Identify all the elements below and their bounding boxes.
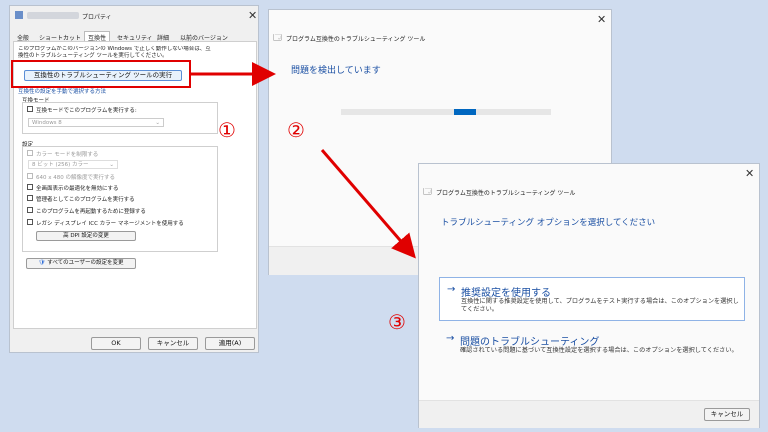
reduced-color-label: カラー モードを制限する bbox=[36, 152, 99, 158]
shield-icon: 🛡 bbox=[38, 260, 46, 266]
intro-text: このプログラムがこのバージョンの Windows で正しく動作しない場合は、互換… bbox=[18, 46, 211, 59]
disable-fullscreen-label: 全画面表示の最適化を無効にする bbox=[36, 186, 119, 192]
compat-mode-checkbox[interactable] bbox=[27, 106, 33, 112]
detect-heading: 問題を検出しています bbox=[291, 66, 381, 76]
recommended-desc: 互換性に関する推奨設定を使用して、プログラムをテスト実行する場合は、このオプショ… bbox=[461, 298, 739, 313]
compat-mode-label: 互換モードでこのプログラムを実行する: bbox=[36, 108, 137, 114]
recommended-title: 推奨設定を使用する bbox=[461, 288, 551, 299]
options-cancel-button[interactable]: キャンセル bbox=[704, 408, 750, 421]
compat-mode-select-value: Windows 8 bbox=[32, 120, 62, 126]
legacy-icc-checkbox[interactable] bbox=[27, 219, 33, 225]
legacy-icc-label: レガシ ディスプレイ ICC カラー マネージメントを使用する bbox=[36, 221, 184, 227]
options-heading: トラブルシューティング オプションを選択してください bbox=[441, 218, 656, 228]
run-as-admin-checkbox[interactable] bbox=[27, 195, 33, 201]
disable-fullscreen-checkbox[interactable] bbox=[27, 184, 33, 190]
close-icon[interactable]: ✕ bbox=[745, 167, 754, 180]
highlight-box bbox=[11, 60, 191, 88]
troubleshoot-desc: 確認されている問題に基づいて互換性設定を選択する場合は、このオプションを選択して… bbox=[460, 347, 738, 354]
detect-window-title: プログラム互換性のトラブルシューティング ツール bbox=[286, 36, 426, 43]
compat-mode-select[interactable]: Windows 8 ⌄ bbox=[28, 118, 164, 127]
res-640-checkbox[interactable] bbox=[27, 173, 33, 179]
app-icon: 🗔 bbox=[273, 33, 282, 42]
step-three-label: ③ bbox=[388, 310, 406, 334]
app-icon: 🗔 bbox=[423, 187, 432, 196]
res-640-label: 640 x 480 の解像度で実行する bbox=[36, 175, 115, 181]
register-restart-checkbox[interactable] bbox=[27, 207, 33, 213]
window-title: プロパティ bbox=[82, 14, 112, 21]
chevron-down-icon: ⌄ bbox=[109, 162, 114, 168]
progress-track bbox=[341, 109, 551, 115]
properties-dialog: プロパティ ✕ 全般 ショートカット 互換性 セキュリティ 詳細 以前のバージョ… bbox=[9, 5, 259, 353]
arrow-right-icon: → bbox=[447, 284, 456, 295]
run-as-admin-label: 管理者としてこのプログラムを実行する bbox=[36, 197, 135, 203]
reduced-color-checkbox[interactable] bbox=[27, 150, 33, 156]
high-dpi-button[interactable]: 高 DPI 設定の変更 bbox=[36, 231, 136, 241]
troubleshoot-title: 問題のトラブルシューティング bbox=[460, 337, 600, 348]
manual-settings-link[interactable]: 互換性の設定を手動で選択する方法 bbox=[18, 87, 106, 95]
color-mode-select-value: 8 ビット (256) カラー bbox=[32, 162, 89, 168]
cancel-button[interactable]: キャンセル bbox=[148, 337, 198, 350]
close-icon[interactable]: ✕ bbox=[597, 13, 606, 26]
step-one-label: ① bbox=[218, 118, 236, 142]
troubleshoot-option[interactable]: → 問題のトラブルシューティング 確認されている問題に基づいて互換性設定を選択す… bbox=[439, 329, 745, 361]
close-icon[interactable]: ✕ bbox=[248, 9, 257, 22]
progress-fill bbox=[454, 109, 476, 115]
ok-button[interactable]: OK bbox=[91, 337, 141, 350]
color-mode-select[interactable]: 8 ビット (256) カラー ⌄ bbox=[28, 160, 118, 169]
all-users-button-label: すべてのユーザーの設定を変更 bbox=[47, 260, 124, 266]
register-restart-label: このプログラムを再起動するために登録する bbox=[36, 209, 146, 215]
arrow-right-icon: → bbox=[446, 333, 455, 344]
apply-button[interactable]: 適用(A) bbox=[205, 337, 255, 350]
title-icon bbox=[15, 11, 23, 19]
chevron-down-icon: ⌄ bbox=[155, 120, 160, 126]
step-two-label: ② bbox=[287, 118, 305, 142]
options-dialog: ✕ 🗔 プログラム互換性のトラブルシューティング ツール トラブルシューティング… bbox=[418, 163, 760, 428]
recommended-option[interactable]: → 推奨設定を使用する 互換性に関する推奨設定を使用して、プログラムをテスト実行… bbox=[439, 277, 745, 321]
blurred-program-name bbox=[27, 12, 79, 19]
options-window-title: プログラム互換性のトラブルシューティング ツール bbox=[436, 190, 576, 197]
all-users-button[interactable]: 🛡 すべてのユーザーの設定を変更 bbox=[26, 258, 136, 269]
